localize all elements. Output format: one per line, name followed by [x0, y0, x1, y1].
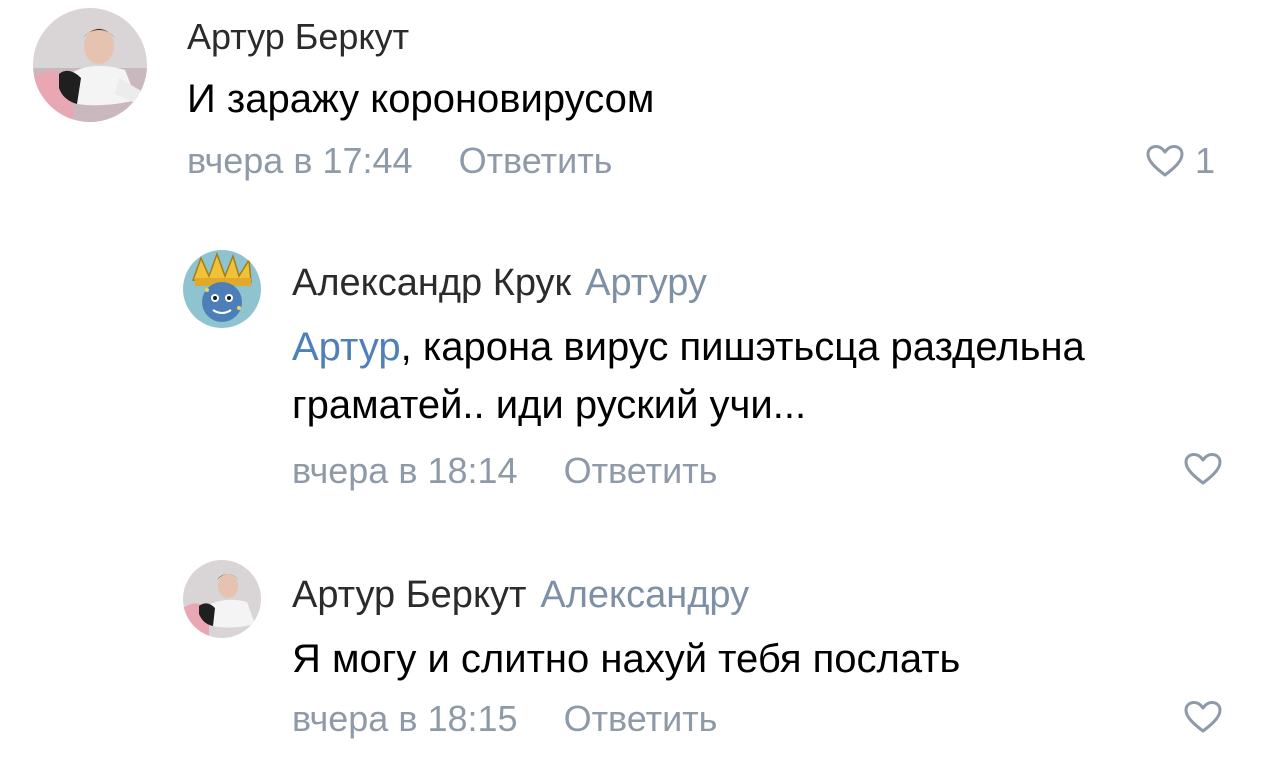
author-name[interactable]: Артур Беркут: [292, 574, 526, 616]
like-button[interactable]: [1183, 452, 1223, 486]
comment-timestamp: вчера в 18:15: [292, 698, 518, 739]
comment-meta: вчера в 17:44 Ответить: [187, 140, 612, 182]
reply-button[interactable]: Ответить: [564, 698, 718, 739]
author-name[interactable]: Артур Беркут: [187, 16, 409, 57]
comment-meta: вчера в 18:14 Ответить: [292, 450, 717, 492]
avatar[interactable]: [183, 560, 261, 638]
comment-header: Артур Беркут: [187, 16, 409, 58]
avatar[interactable]: [33, 8, 147, 122]
avatar[interactable]: [183, 250, 261, 328]
comment-body: , карона вирус пишэтьсца раздельна грама…: [292, 325, 1085, 427]
comment-body: Я могу и слитно нахуй тебя послать: [292, 637, 961, 681]
comment-header: Александр Крук Артуру: [292, 262, 707, 305]
avatar-photo: [183, 560, 261, 638]
comment-text: Я могу и слитно нахуй тебя послать: [292, 630, 960, 688]
avatar-photo: [33, 8, 147, 122]
comment-header: Артур Беркут Александру: [292, 574, 749, 617]
heart-outline-icon: [1184, 453, 1222, 485]
comment-text: Артур, карона вирус пишэтьсца раздельна …: [292, 318, 1252, 434]
like-button[interactable]: 1: [1145, 140, 1215, 182]
reply-to-label[interactable]: Александру: [540, 574, 749, 616]
author-name[interactable]: Александр Крук: [292, 262, 571, 304]
reply-to-label[interactable]: Артуру: [585, 262, 707, 304]
avatar-photo: [183, 250, 261, 328]
like-count: 1: [1195, 140, 1216, 181]
comment-timestamp: вчера в 18:14: [292, 450, 518, 491]
comment-meta: вчера в 18:15 Ответить: [292, 698, 717, 740]
comment-text: И заражу короновирусом: [187, 70, 654, 128]
heart-outline-icon: [1184, 701, 1222, 733]
mention-link[interactable]: Артур: [292, 325, 401, 369]
comment-timestamp: вчера в 17:44: [187, 140, 413, 181]
reply-button[interactable]: Ответить: [459, 140, 613, 181]
comment-body: И заражу короновирусом: [187, 77, 655, 121]
heart-outline-icon: [1146, 145, 1184, 177]
like-button[interactable]: [1183, 700, 1223, 734]
reply-button[interactable]: Ответить: [564, 450, 718, 491]
